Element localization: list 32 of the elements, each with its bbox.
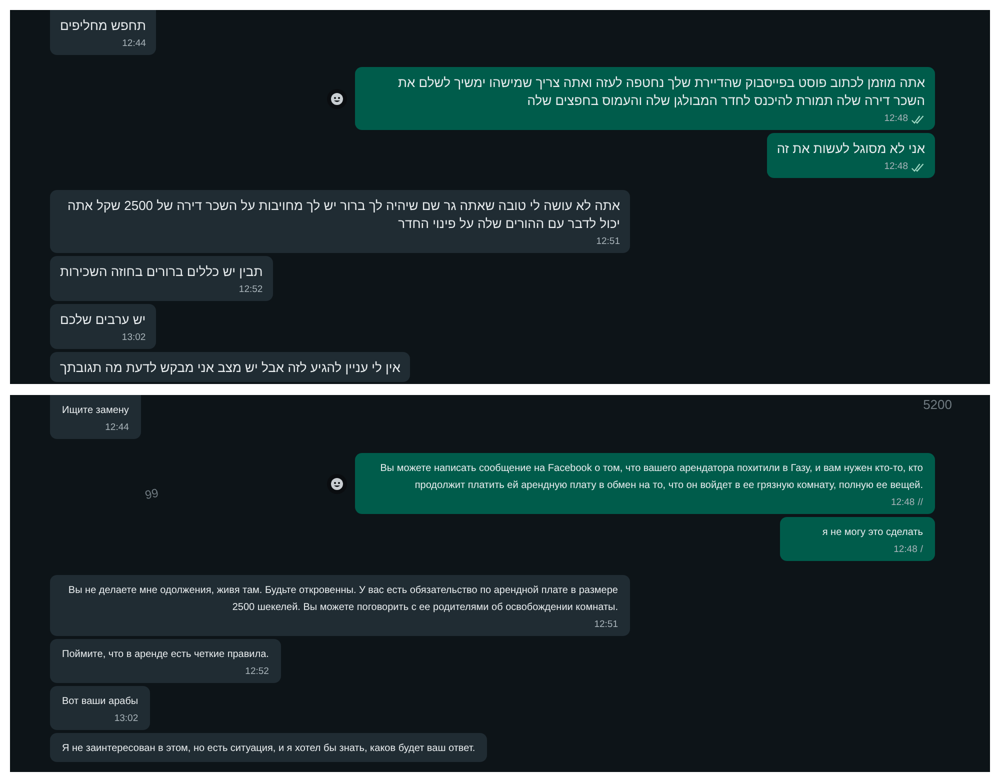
message-text: תחפש מחליפים (60, 17, 146, 35)
message-time: 12:52 (245, 666, 269, 678)
message-time: 12:44 (105, 422, 129, 434)
message-text: אתה מוזמן לכתוב פוסט בפייסבוק שהדיירת שלך נחטפה לעזה ואתה צריך שמישהו ימשיך לשלם את השכר דירה שלה תמורת להיכנס לחדר המבולגן שלה והעמוס בחפצים שלה (397, 74, 925, 110)
message-time: 12:48 (884, 113, 908, 125)
smiley-icon[interactable] (327, 88, 347, 108)
receipt-mark: / (920, 544, 923, 556)
message-text: Вот ваши арабы (62, 695, 138, 709)
message-text: я не могу это сделать (821, 526, 923, 540)
message-text: Поймите, что в аренде есть четкие правила. (62, 648, 269, 662)
message-text: Вы не делаете мне одолжения, живя там. Будьте откровенны. У вас есть обязательство по арендной плате в размере 2500 шекелей. Вы можете поговорить с ее родителями об освобождении комнаты. (67, 584, 618, 615)
message-time: 12:48 (890, 497, 915, 509)
receipt-mark: // (918, 497, 923, 509)
message-time: 13:02 (114, 713, 138, 725)
message-time: 12:52 (238, 284, 263, 296)
message-text: Вы можете написать сообщение на Facebook о том, что вашего арендатора похитили в Газу, и вам нужен кто-то, кто продолжит платить ей арендную плату в обмен на то, что он войдет в ее грязную комнату, полную ее вещей. (379, 462, 923, 493)
message-text: יש ערבים שלכם (60, 311, 146, 329)
message-text: Ищите замену (62, 404, 129, 418)
message-text: אני לא מסוגל לעשות את זה (776, 140, 925, 158)
message-text: Я не заинтересован в этом, но есть ситуация, и я хотел бы знать, каков будет ваш ответ. (62, 742, 476, 756)
message-text: אתה לא עושה לי טובה שאתה גר שם שיהיה לך ברור יש לך מחויבות על השכר דירה של 2500 שקל אתה יכול לדבר עם ההורים שלה על פינוי החדר (66, 197, 620, 233)
message-text: תבין יש כללים ברורים בחוזה השכירות (60, 263, 263, 281)
background-label: 99 (144, 486, 160, 502)
message-time: 12:51 (594, 619, 618, 631)
message-time: 12:48 (894, 544, 918, 556)
message-time: 12:44 (122, 38, 146, 50)
message-time: 13:02 (122, 332, 146, 344)
smiley-icon[interactable] (327, 474, 347, 494)
message-time: 12:51 (596, 236, 620, 248)
background-label: 5200 (923, 397, 952, 412)
message-text: אין לי עניין להגיע לזה אבל יש מצב אני מבקש לדעת מה תגובתך (60, 359, 400, 377)
message-time: 12:48 (884, 161, 908, 173)
